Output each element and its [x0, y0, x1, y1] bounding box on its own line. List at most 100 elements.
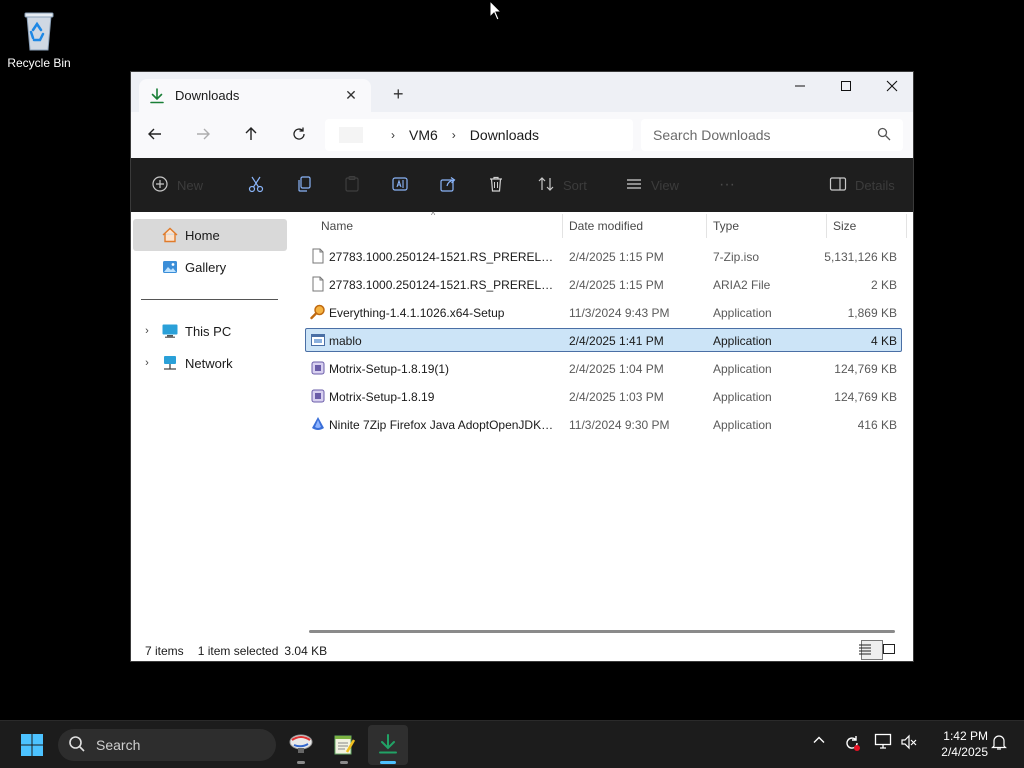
- refresh-button[interactable]: [275, 112, 323, 158]
- file-row[interactable]: mablo 2/4/2025 1:41 PM Application 4 KB: [305, 328, 902, 352]
- windows-logo-icon: [20, 734, 44, 760]
- show-hidden-icons-button[interactable]: [812, 733, 826, 750]
- chevron-right-icon: ›: [451, 128, 456, 142]
- taskbar-app-notepad[interactable]: [324, 725, 364, 765]
- file-row[interactable]: Everything-1.4.1.1026.x64-Setup 11/3/202…: [305, 300, 902, 324]
- chevron-right-icon[interactable]: ›: [133, 325, 161, 337]
- rename-button[interactable]: [391, 158, 409, 212]
- up-button[interactable]: [227, 112, 275, 158]
- taskbar-search[interactable]: Search: [58, 729, 276, 761]
- sidebar-item-label: Network: [185, 355, 233, 371]
- maximize-icon: [840, 80, 852, 95]
- more-options-button[interactable]: ···: [719, 158, 735, 212]
- clipboard-icon: [343, 175, 361, 196]
- file-type: 7-Zip.iso: [713, 250, 760, 264]
- arrow-right-icon: [195, 126, 211, 145]
- column-header-size[interactable]: Size: [833, 219, 856, 233]
- file-date: 11/3/2024 9:30 PM: [569, 418, 670, 432]
- details-pane-button[interactable]: Details: [829, 158, 895, 212]
- file-date: 2/4/2025 1:04 PM: [569, 362, 664, 376]
- title-bar: Downloads ✕ +: [131, 72, 913, 112]
- volume-button[interactable]: [900, 733, 918, 754]
- notifications-button[interactable]: [990, 733, 1008, 754]
- sidebar-item-home[interactable]: Home: [133, 219, 287, 251]
- search-icon: [68, 735, 96, 756]
- details-pane-icon: [829, 175, 847, 196]
- column-header-type[interactable]: Type: [713, 219, 739, 233]
- document-icon: [310, 276, 326, 292]
- file-type: ARIA2 File: [713, 278, 771, 292]
- clock-time: 1:42 PM: [943, 729, 988, 743]
- file-name: Ninite 7Zip Firefox Java AdoptOpenJDK x.…: [329, 418, 555, 432]
- taskbar: Search 1:42 PM 2/4/2025: [0, 720, 1024, 768]
- new-button[interactable]: New: [151, 158, 203, 212]
- network-status-button[interactable]: [874, 733, 894, 754]
- file-row[interactable]: 27783.1000.250124-1521.RS_PRERELEASE_...…: [305, 244, 902, 268]
- recycle-bin-shortcut[interactable]: Recycle Bin: [6, 8, 72, 70]
- taskbar-app-network-tool[interactable]: [281, 725, 321, 765]
- file-row[interactable]: Ninite 7Zip Firefox Java AdoptOpenJDK x.…: [305, 412, 902, 436]
- start-button[interactable]: [20, 733, 44, 757]
- download-icon: [377, 733, 399, 758]
- recycle-bin-label: Recycle Bin: [7, 56, 71, 70]
- copy-button[interactable]: [295, 158, 313, 212]
- tiles-view-button[interactable]: [883, 640, 907, 660]
- sort-button[interactable]: Sort: [537, 158, 587, 212]
- details-label: Details: [855, 177, 895, 193]
- forward-button[interactable]: [179, 112, 227, 158]
- sidebar-item-label: This PC: [185, 323, 232, 339]
- sidebar-divider: [141, 299, 278, 300]
- details-view-button[interactable]: [859, 640, 883, 660]
- share-button[interactable]: [439, 158, 457, 212]
- file-name: 27783.1000.250124-1521.RS_PRERELEASE_...: [329, 250, 555, 264]
- back-button[interactable]: [131, 112, 179, 158]
- tab-downloads[interactable]: Downloads ✕: [139, 79, 371, 112]
- copy-icon: [295, 175, 313, 196]
- file-type: Application: [713, 306, 772, 320]
- file-size: 124,769 KB: [834, 390, 897, 404]
- breadcrumb-item-downloads[interactable]: Downloads: [470, 127, 539, 143]
- column-header-row: ^ Name Date modified Type Size: [291, 210, 913, 240]
- view-button[interactable]: View: [625, 158, 679, 212]
- column-header-name[interactable]: Name: [321, 219, 353, 233]
- cut-button[interactable]: [247, 158, 265, 212]
- taskbar-app-file-explorer[interactable]: [368, 725, 408, 765]
- sidebar-item-this-pc[interactable]: › This PC: [133, 315, 287, 347]
- refresh-icon: [291, 126, 307, 145]
- file-row[interactable]: Motrix-Setup-1.8.19 2/4/2025 1:03 PM App…: [305, 384, 902, 408]
- horizontal-scrollbar[interactable]: [309, 630, 895, 633]
- delete-button[interactable]: [487, 158, 505, 212]
- file-size: 5,131,126 KB: [824, 250, 897, 264]
- update-status-button[interactable]: [842, 733, 862, 756]
- new-tab-button[interactable]: +: [393, 84, 404, 105]
- trash-icon: [487, 175, 505, 196]
- close-window-button[interactable]: [869, 72, 913, 102]
- file-row[interactable]: Motrix-Setup-1.8.19(1) 2/4/2025 1:04 PM …: [305, 356, 902, 380]
- file-size: 416 KB: [857, 418, 897, 432]
- paste-button[interactable]: [343, 158, 361, 212]
- plus-circle-icon: [151, 175, 169, 196]
- file-row[interactable]: 27783.1000.250124-1521.RS_PRERELEASE_...…: [305, 272, 902, 296]
- sort-label: Sort: [563, 177, 587, 193]
- file-type: Application: [713, 418, 772, 432]
- share-icon: [439, 175, 457, 196]
- minimize-icon: [794, 80, 806, 95]
- sidebar-item-gallery[interactable]: Gallery: [133, 251, 287, 283]
- breadcrumb-item-vm6[interactable]: VM6: [409, 127, 438, 143]
- file-date: 2/4/2025 1:41 PM: [569, 334, 664, 348]
- close-tab-button[interactable]: ✕: [341, 87, 361, 104]
- ninite-icon: [310, 416, 326, 432]
- search-box[interactable]: [641, 119, 903, 151]
- file-date: 2/4/2025 1:15 PM: [569, 250, 664, 264]
- view-label: View: [651, 177, 679, 193]
- column-header-date[interactable]: Date modified: [569, 219, 643, 233]
- chevron-right-icon[interactable]: ›: [133, 357, 161, 369]
- sidebar-item-network[interactable]: › Network: [133, 347, 287, 379]
- clock[interactable]: 1:42 PM 2/4/2025: [926, 728, 988, 760]
- minimize-button[interactable]: [777, 72, 823, 102]
- globe-app-icon: [288, 732, 314, 759]
- recycle-bin-icon: [19, 8, 59, 52]
- maximize-button[interactable]: [823, 72, 869, 102]
- search-input[interactable]: [653, 127, 877, 143]
- breadcrumb[interactable]: › VM6 › Downloads: [325, 119, 633, 151]
